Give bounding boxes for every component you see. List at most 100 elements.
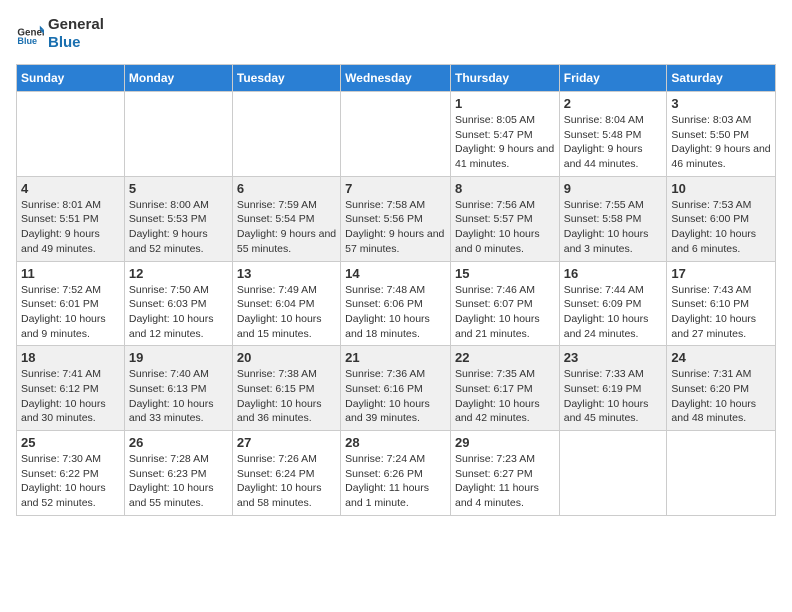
day-info: Sunrise: 7:41 AM Sunset: 6:12 PM Dayligh… [21, 367, 120, 426]
calendar-cell [232, 92, 340, 177]
day-info: Sunrise: 7:44 AM Sunset: 6:09 PM Dayligh… [564, 283, 663, 342]
day-number: 11 [21, 266, 120, 281]
day-info: Sunrise: 7:43 AM Sunset: 6:10 PM Dayligh… [671, 283, 771, 342]
day-number: 18 [21, 350, 120, 365]
day-number: 26 [129, 435, 228, 450]
calendar-cell: 25Sunrise: 7:30 AM Sunset: 6:22 PM Dayli… [17, 431, 125, 516]
day-info: Sunrise: 7:38 AM Sunset: 6:15 PM Dayligh… [237, 367, 336, 426]
logo-icon: General Blue [16, 20, 44, 48]
day-number: 1 [455, 96, 555, 111]
calendar-week-row: 25Sunrise: 7:30 AM Sunset: 6:22 PM Dayli… [17, 431, 776, 516]
day-info: Sunrise: 7:49 AM Sunset: 6:04 PM Dayligh… [237, 283, 336, 342]
calendar-week-row: 1 Sunrise: 8:05 AM Sunset: 5:47 PM Daylig… [17, 92, 776, 177]
day-number: 24 [671, 350, 771, 365]
day-info: Sunrise: 7:58 AM Sunset: 5:56 PM Dayligh… [345, 198, 446, 257]
day-number: 22 [455, 350, 555, 365]
day-number: 3 [671, 96, 771, 111]
calendar-cell: 6 Sunrise: 7:59 AM Sunset: 5:54 PM Daylig… [232, 176, 340, 261]
calendar-cell: 14 Sunrise: 7:48 AM Sunset: 6:06 PM Dayli… [341, 261, 451, 346]
calendar-cell: 3 Sunrise: 8:03 AM Sunset: 5:50 PM Daylig… [667, 92, 776, 177]
calendar-cell: 1 Sunrise: 8:05 AM Sunset: 5:47 PM Daylig… [450, 92, 559, 177]
day-info: Sunrise: 8:00 AM Sunset: 5:53 PM Dayligh… [129, 198, 228, 257]
logo-text: GeneralBlue [48, 16, 104, 52]
day-number: 8 [455, 181, 555, 196]
logo: General Blue GeneralBlue [16, 16, 104, 52]
day-number: 4 [21, 181, 120, 196]
calendar-cell: 15Sunrise: 7:46 AM Sunset: 6:07 PM Dayli… [450, 261, 559, 346]
day-info: Sunrise: 7:28 AM Sunset: 6:23 PM Dayligh… [129, 452, 228, 511]
day-info: Sunrise: 7:31 AM Sunset: 6:20 PM Dayligh… [671, 367, 771, 426]
calendar-cell: 11 Sunrise: 7:52 AM Sunset: 6:01 PM Dayli… [17, 261, 125, 346]
day-number: 10 [671, 181, 771, 196]
calendar-week-row: 11 Sunrise: 7:52 AM Sunset: 6:01 PM Dayli… [17, 261, 776, 346]
calendar-cell [559, 431, 667, 516]
calendar-cell: 26 Sunrise: 7:28 AM Sunset: 6:23 PM Dayli… [124, 431, 232, 516]
calendar-cell: 27 Sunrise: 7:26 AM Sunset: 6:24 PM Dayli… [232, 431, 340, 516]
day-number: 9 [564, 181, 663, 196]
day-number: 23 [564, 350, 663, 365]
day-info: Sunrise: 7:50 AM Sunset: 6:03 PM Dayligh… [129, 283, 228, 342]
calendar-cell: 9 Sunrise: 7:55 AM Sunset: 5:58 PM Daylig… [559, 176, 667, 261]
day-header-monday: Monday [124, 65, 232, 92]
calendar-cell [667, 431, 776, 516]
day-number: 2 [564, 96, 663, 111]
calendar-cell: 17 Sunrise: 7:43 AM Sunset: 6:10 PM Dayli… [667, 261, 776, 346]
calendar-week-row: 18 Sunrise: 7:41 AM Sunset: 6:12 PM Dayli… [17, 346, 776, 431]
day-number: 29 [455, 435, 555, 450]
day-info: Sunrise: 7:53 AM Sunset: 6:00 PM Dayligh… [671, 198, 771, 257]
day-header-saturday: Saturday [667, 65, 776, 92]
calendar-cell: 28 Sunrise: 7:24 AM Sunset: 6:26 PM Dayli… [341, 431, 451, 516]
day-info: Sunrise: 8:03 AM Sunset: 5:50 PM Dayligh… [671, 113, 771, 172]
calendar-cell: 4 Sunrise: 8:01 AM Sunset: 5:51 PM Daylig… [17, 176, 125, 261]
calendar-cell: 13 Sunrise: 7:49 AM Sunset: 6:04 PM Dayli… [232, 261, 340, 346]
day-info: Sunrise: 7:52 AM Sunset: 6:01 PM Dayligh… [21, 283, 120, 342]
day-number: 25 [21, 435, 120, 450]
day-number: 19 [129, 350, 228, 365]
day-info: Sunrise: 7:26 AM Sunset: 6:24 PM Dayligh… [237, 452, 336, 511]
day-info: Sunrise: 7:23 AM Sunset: 6:27 PM Dayligh… [455, 452, 555, 511]
calendar-cell: 7 Sunrise: 7:58 AM Sunset: 5:56 PM Daylig… [341, 176, 451, 261]
svg-text:Blue: Blue [17, 36, 37, 46]
calendar-cell [341, 92, 451, 177]
day-number: 17 [671, 266, 771, 281]
day-number: 28 [345, 435, 446, 450]
calendar-cell [17, 92, 125, 177]
calendar-cell: 19 Sunrise: 7:40 AM Sunset: 6:13 PM Dayli… [124, 346, 232, 431]
calendar-cell: 29 Sunrise: 7:23 AM Sunset: 6:27 PM Dayli… [450, 431, 559, 516]
calendar-cell: 24 Sunrise: 7:31 AM Sunset: 6:20 PM Dayli… [667, 346, 776, 431]
calendar-cell: 10 Sunrise: 7:53 AM Sunset: 6:00 PM Dayli… [667, 176, 776, 261]
day-number: 20 [237, 350, 336, 365]
page-header: General Blue GeneralBlue [16, 16, 776, 52]
day-info: Sunrise: 8:01 AM Sunset: 5:51 PM Dayligh… [21, 198, 120, 257]
day-info: Sunrise: 7:55 AM Sunset: 5:58 PM Dayligh… [564, 198, 663, 257]
day-info: Sunrise: 8:04 AM Sunset: 5:48 PM Dayligh… [564, 113, 663, 172]
day-header-friday: Friday [559, 65, 667, 92]
calendar-cell: 23Sunrise: 7:33 AM Sunset: 6:19 PM Dayli… [559, 346, 667, 431]
day-info: Sunrise: 7:48 AM Sunset: 6:06 PM Dayligh… [345, 283, 446, 342]
day-header-tuesday: Tuesday [232, 65, 340, 92]
calendar-cell: 8 Sunrise: 7:56 AM Sunset: 5:57 PM Daylig… [450, 176, 559, 261]
day-number: 27 [237, 435, 336, 450]
day-header-wednesday: Wednesday [341, 65, 451, 92]
calendar-cell: 21 Sunrise: 7:36 AM Sunset: 6:16 PM Dayli… [341, 346, 451, 431]
day-info: Sunrise: 7:36 AM Sunset: 6:16 PM Dayligh… [345, 367, 446, 426]
calendar-header-row: SundayMondayTuesdayWednesdayThursdayFrid… [17, 65, 776, 92]
calendar-cell: 18 Sunrise: 7:41 AM Sunset: 6:12 PM Dayli… [17, 346, 125, 431]
day-info: Sunrise: 7:35 AM Sunset: 6:17 PM Dayligh… [455, 367, 555, 426]
day-number: 15 [455, 266, 555, 281]
calendar-cell: 5 Sunrise: 8:00 AM Sunset: 5:53 PM Daylig… [124, 176, 232, 261]
day-info: Sunrise: 8:05 AM Sunset: 5:47 PM Dayligh… [455, 113, 555, 172]
day-number: 7 [345, 181, 446, 196]
calendar-cell [124, 92, 232, 177]
day-number: 13 [237, 266, 336, 281]
day-number: 6 [237, 181, 336, 196]
day-info: Sunrise: 7:40 AM Sunset: 6:13 PM Dayligh… [129, 367, 228, 426]
calendar-cell: 22 Sunrise: 7:35 AM Sunset: 6:17 PM Dayli… [450, 346, 559, 431]
day-info: Sunrise: 7:56 AM Sunset: 5:57 PM Dayligh… [455, 198, 555, 257]
day-number: 12 [129, 266, 228, 281]
day-number: 14 [345, 266, 446, 281]
day-info: Sunrise: 7:24 AM Sunset: 6:26 PM Dayligh… [345, 452, 446, 511]
day-number: 21 [345, 350, 446, 365]
day-number: 5 [129, 181, 228, 196]
day-info: Sunrise: 7:59 AM Sunset: 5:54 PM Dayligh… [237, 198, 336, 257]
